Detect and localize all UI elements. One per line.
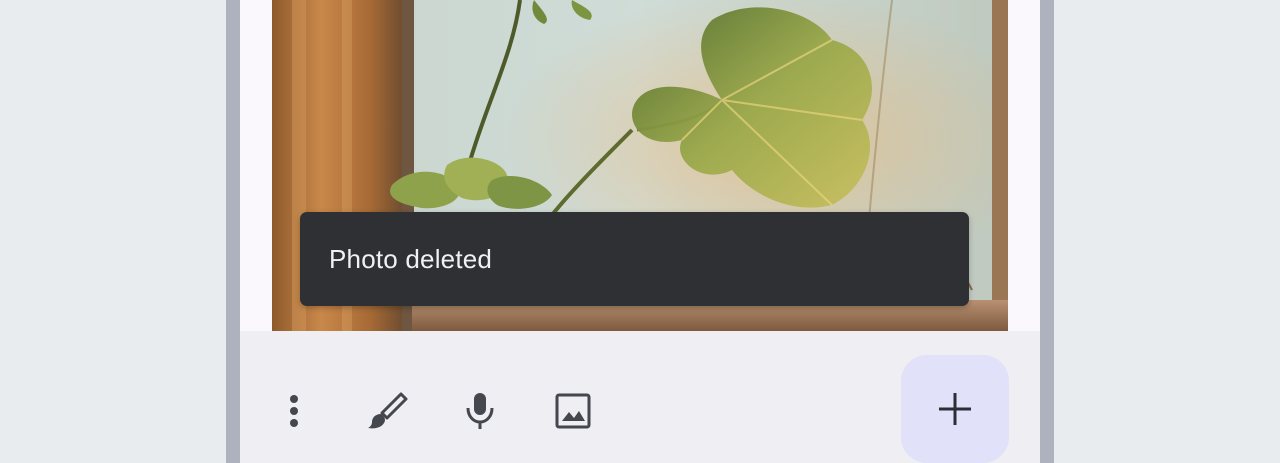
voice-note-button[interactable] — [457, 388, 503, 434]
more-vert-icon — [290, 395, 298, 427]
snackbar-message: Photo deleted — [329, 243, 493, 274]
add-icon — [939, 393, 971, 425]
snackbar: Photo deleted — [300, 212, 969, 306]
stage: Photo deleted — [0, 0, 1280, 463]
more-options-button[interactable] — [271, 388, 317, 434]
brush-icon — [368, 392, 408, 429]
image-icon — [555, 393, 591, 429]
mic-icon — [466, 393, 494, 429]
add-button[interactable] — [901, 355, 1009, 463]
add-image-button[interactable] — [550, 388, 596, 434]
draw-button[interactable] — [364, 388, 410, 434]
